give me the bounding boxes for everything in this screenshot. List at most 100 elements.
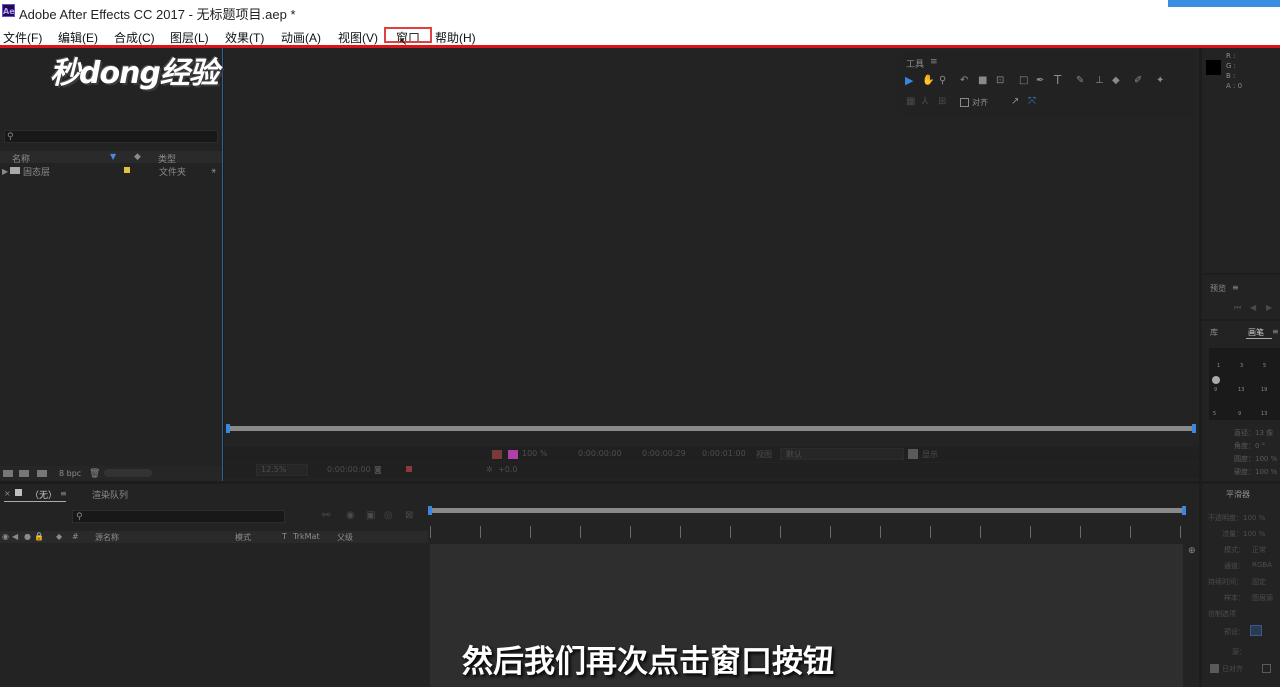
menu-composition[interactable]: 合成(C) xyxy=(114,29,155,46)
viewer-end-time[interactable]: 0:00:00:29 xyxy=(642,449,686,458)
local-axis-icon[interactable]: ▦ xyxy=(906,97,915,107)
comp-flowchart-icon[interactable]: ⚯ xyxy=(322,511,330,521)
navigator-end-handle[interactable] xyxy=(1192,424,1196,433)
expand-arrow-icon[interactable]: ▶ xyxy=(2,167,8,177)
render-queue-tab[interactable]: 渲染队列 xyxy=(92,488,128,501)
project-search-input[interactable] xyxy=(4,130,218,143)
interpret-footage-icon[interactable] xyxy=(3,470,13,477)
rotate-tool-icon[interactable]: ↶ xyxy=(960,76,968,86)
column-type[interactable]: 类型 xyxy=(158,152,176,165)
thumbnail-slider[interactable] xyxy=(104,469,152,477)
timeline-search-input[interactable] xyxy=(72,510,285,523)
navigator-start-handle[interactable] xyxy=(226,424,230,433)
roto-brush-tool-icon[interactable]: ✐ xyxy=(1134,76,1142,86)
time-ruler[interactable] xyxy=(430,526,1186,538)
column-parent[interactable]: 父级 xyxy=(337,532,353,543)
brushes-menu-icon[interactable]: ≡ xyxy=(1272,327,1279,337)
graph-editor-icon[interactable]: ⊠ xyxy=(405,511,413,521)
timeline-nav-start-handle[interactable] xyxy=(428,506,432,515)
lock-source-checkbox[interactable] xyxy=(1262,664,1271,673)
menu-layer[interactable]: 图层(L) xyxy=(170,29,209,46)
timeline-nav-end-handle[interactable] xyxy=(1182,506,1186,515)
play-icon[interactable]: ▶ xyxy=(1266,303,1272,313)
close-tab-icon[interactable]: × xyxy=(4,489,11,499)
menu-animation[interactable]: 动画(A) xyxy=(281,29,321,46)
channel-value[interactable]: RGBA xyxy=(1252,561,1272,569)
trash-icon[interactable]: 🗑 xyxy=(89,469,100,479)
sort-arrow-icon[interactable]: ▼ xyxy=(110,152,116,162)
exposure-icon[interactable]: ✲ xyxy=(486,465,493,475)
channel-color-icon[interactable] xyxy=(508,450,518,459)
camera-tool-icon[interactable]: ■ xyxy=(978,76,987,86)
audio-icon[interactable]: ◀ xyxy=(12,532,18,542)
snapping-checkbox[interactable] xyxy=(960,98,969,107)
transparency-icon[interactable] xyxy=(492,450,502,459)
brushes-tab[interactable]: 画笔 xyxy=(1248,327,1264,338)
bpc-label[interactable]: 8 bpc xyxy=(59,469,81,478)
exposure-value[interactable]: +0.0 xyxy=(498,465,517,474)
puppet-tool-icon[interactable]: ✦ xyxy=(1156,76,1164,86)
viewer-duration[interactable]: 0:00:01:00 xyxy=(702,449,746,458)
column-name[interactable]: 名称 xyxy=(12,152,30,165)
label-tag-icon[interactable]: ◆ xyxy=(134,152,141,162)
eraser-tool-icon[interactable]: ◆ xyxy=(1112,76,1120,86)
type-tool-icon[interactable]: T xyxy=(1054,74,1061,86)
shy-layers-icon[interactable]: ◉ xyxy=(346,511,355,521)
column-trkmat[interactable]: TrkMat xyxy=(293,532,320,541)
brush-tool-icon[interactable]: ✎ xyxy=(1076,76,1084,86)
world-axis-icon[interactable]: ⅄ xyxy=(922,97,928,107)
lock-icon[interactable]: 🔒 xyxy=(34,532,44,542)
panel-menu-icon[interactable]: ≡ xyxy=(930,57,938,67)
snap-edges-icon[interactable]: ↗ xyxy=(1011,97,1019,107)
hand-tool-icon[interactable]: ✋ xyxy=(922,76,934,86)
current-time-display[interactable]: 0:00:00:00 xyxy=(327,465,371,474)
aligned-checkbox[interactable] xyxy=(1210,664,1219,673)
preview-menu-icon[interactable]: ≡ xyxy=(1232,283,1239,293)
clone-stamp-tool-icon[interactable]: ⊥ xyxy=(1095,76,1104,86)
zoom-tool-icon[interactable]: ⚲ xyxy=(939,76,946,86)
viewer-current-time[interactable]: 0:00:00:00 xyxy=(578,449,622,458)
mode-value[interactable]: 正常 xyxy=(1252,545,1266,555)
timeline-menu-icon[interactable]: ≡ xyxy=(60,489,67,499)
first-frame-icon[interactable]: ⏮ xyxy=(1234,303,1241,313)
library-tab[interactable]: 库 xyxy=(1210,327,1218,338)
label-column-icon[interactable]: ◆ xyxy=(56,532,62,542)
pen-tool-icon[interactable]: ✒ xyxy=(1036,76,1044,86)
menu-edit[interactable]: 编辑(E) xyxy=(58,29,98,46)
solo-icon[interactable]: ● xyxy=(24,532,31,542)
comp-tab[interactable]: （无） xyxy=(30,488,57,501)
color-channel-icon[interactable] xyxy=(406,466,412,472)
brush-tip-grid[interactable]: 1 3 5 9 13 19 5 9 13 xyxy=(1209,348,1280,420)
column-mode[interactable]: 模式 xyxy=(235,532,251,543)
show-checkbox[interactable] xyxy=(908,449,918,459)
view-axis-icon[interactable]: ⊞ xyxy=(938,97,946,107)
motion-blur-icon[interactable]: ◎ xyxy=(384,511,393,521)
brush-tip-large[interactable] xyxy=(1212,376,1220,384)
snapshot-icon[interactable]: ◙ xyxy=(374,465,382,475)
pan-behind-tool-icon[interactable]: ⊡ xyxy=(996,76,1004,86)
selection-tool-icon[interactable]: ▶ xyxy=(905,75,913,86)
new-folder-icon[interactable] xyxy=(19,470,29,477)
window-controls-strip[interactable] xyxy=(1168,0,1280,7)
comp-button-icon[interactable]: ⊕ xyxy=(1188,546,1196,556)
viewer-zoom-readout[interactable]: 100 % xyxy=(522,449,547,458)
column-t[interactable]: T xyxy=(282,532,287,541)
flowchart-icon[interactable]: ⚹ xyxy=(211,166,216,176)
viewer-time-navigator[interactable] xyxy=(228,426,1196,431)
previous-frame-icon[interactable]: ◀ xyxy=(1250,303,1256,313)
project-item-name[interactable]: 固态层 xyxy=(23,165,50,178)
new-comp-icon[interactable] xyxy=(37,470,47,477)
menu-file[interactable]: 文件(F) xyxy=(3,29,42,46)
snap-features-icon[interactable]: ⤧ xyxy=(1028,97,1036,107)
frame-blending-icon[interactable]: ▣ xyxy=(366,511,375,521)
sample-value[interactable]: 图层源 xyxy=(1252,593,1273,603)
menu-help[interactable]: 帮助(H) xyxy=(435,29,476,46)
shape-tool-icon[interactable]: □ xyxy=(1019,76,1028,86)
menu-view[interactable]: 视图(V) xyxy=(338,29,378,46)
duration-value[interactable]: 固定 xyxy=(1252,577,1266,587)
visibility-icon[interactable]: ◉ xyxy=(2,532,9,542)
column-source-name[interactable]: 源名称 xyxy=(95,532,119,543)
timeline-navigator[interactable] xyxy=(430,508,1186,513)
menu-effect[interactable]: 效果(T) xyxy=(225,29,264,46)
preset-button[interactable] xyxy=(1250,625,1262,636)
